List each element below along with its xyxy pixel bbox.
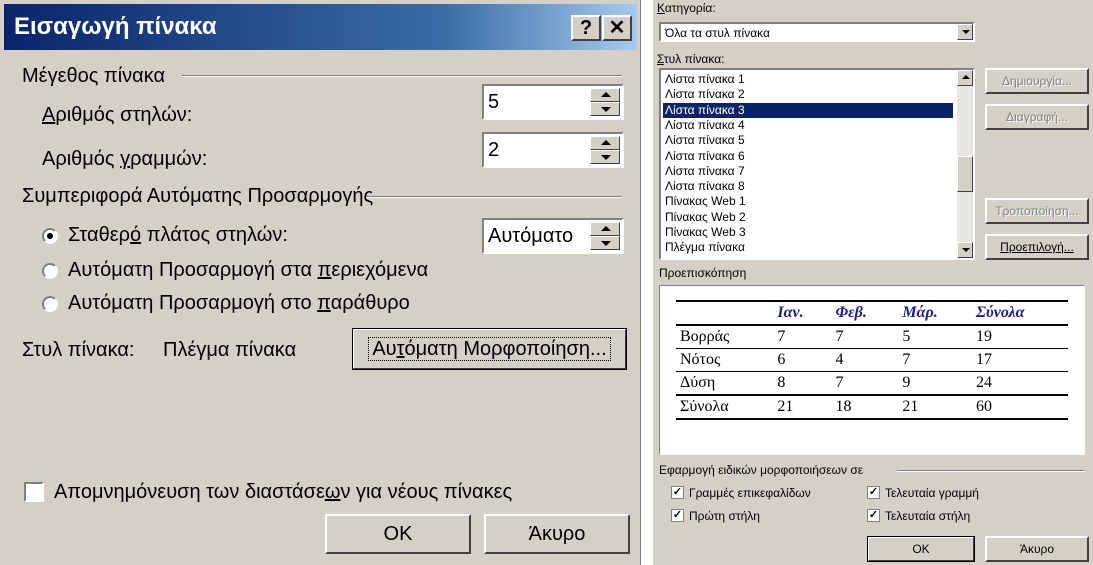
style-list-item[interactable]: Πίνακας Web 3: [663, 225, 953, 240]
modify-style-button[interactable]: Τροποποίηση...: [985, 198, 1089, 224]
table-style-label: Στυλ πίνακα:: [22, 339, 135, 361]
last-row-label[interactable]: Τελευταία γραμμή: [885, 486, 979, 500]
style-list-item[interactable]: Λίστα πίνακα 8: [663, 179, 953, 194]
rows-spinner[interactable]: 2: [482, 132, 624, 168]
fixed-width-down-button[interactable]: [590, 236, 620, 250]
style-list-item[interactable]: Λίστα πίνακα 6: [663, 149, 953, 164]
style-list-item[interactable]: Λίστα πίνακα 2: [663, 87, 953, 102]
header-rows-label[interactable]: Γραμμές επικεφαλίδων: [689, 486, 811, 500]
style-list-item[interactable]: Λίστα πίνακα 1: [663, 72, 953, 87]
autofit-contents-label[interactable]: Αυτόματη Προσαρμογή στα περιεχόμενα: [68, 259, 428, 282]
columns-spinner[interactable]: 5: [482, 84, 624, 120]
ok-button[interactable]: ΟΚ: [867, 536, 975, 562]
first-column-checkbox[interactable]: ✓: [671, 509, 684, 522]
columns-down-button[interactable]: [590, 102, 620, 116]
columns-up-button[interactable]: [590, 88, 620, 102]
last-row-checkbox[interactable]: ✓: [867, 486, 880, 499]
rows-down-button[interactable]: [590, 150, 620, 164]
rows-value[interactable]: 2: [488, 139, 499, 162]
remember-dimensions-checkbox[interactable]: [24, 482, 44, 502]
autoformat-button[interactable]: Αυτόματη Μορφοποίηση...: [352, 328, 627, 370]
category-value[interactable]: Όλα τα στυλ πίνακα: [665, 26, 770, 40]
rows-label: Αριθμός γραμμών:: [42, 148, 208, 170]
new-style-button[interactable]: Δημιουργία...: [985, 68, 1089, 94]
fixed-width-label[interactable]: Σταθερό πλάτος στηλών:: [68, 224, 288, 247]
last-column-checkbox[interactable]: ✓: [867, 509, 880, 522]
category-select[interactable]: Όλα τα στυλ πίνακα: [659, 22, 975, 42]
styles-list[interactable]: Λίστα πίνακα 1 Λίστα πίνακα 2 Λίστα πίνακα…: [659, 68, 975, 260]
first-column-label[interactable]: Πρώτη στήλη: [689, 509, 760, 523]
autofit-group-label: Συμπεριφορά Αυτόματης Προσαρμογής: [22, 185, 374, 207]
preview-label: Προεπισκόπηση: [659, 266, 747, 280]
insert-table-dialog: Εισαγωγή πίνακα ? ✕ Μέγεθος πίνακα Αριθμ…: [0, 0, 641, 565]
style-list-item[interactable]: Λίστα πίνακα 3: [663, 102, 953, 118]
style-list-item[interactable]: Πίνακας Web 1: [663, 194, 953, 209]
preview-header-row: Ιαν. Φεβ. Μάρ. Σύνολα: [676, 301, 1068, 325]
styles-scrollbar[interactable]: [957, 70, 973, 258]
preview-pane: Ιαν. Φεβ. Μάρ. Σύνολα Βορράς 7 7 5 19 Νό…: [659, 285, 1085, 455]
fixed-width-spinner[interactable]: Αυτόματο: [482, 218, 624, 254]
preview-row: Νότος 6 4 7 17: [676, 349, 1068, 372]
preview-totals-row: Σύνολα 21 18 21 60: [676, 395, 1068, 419]
style-list-item[interactable]: Λίστα πίνακα 4: [663, 118, 953, 133]
rows-up-button[interactable]: [590, 136, 620, 150]
columns-label: Αριθμός στηλών:: [42, 104, 193, 126]
styles-label: Στυλ πίνακα:: [657, 52, 725, 66]
ok-button[interactable]: ΟΚ: [325, 514, 471, 554]
chevron-down-icon[interactable]: [957, 24, 973, 40]
help-button[interactable]: ?: [571, 15, 601, 41]
style-list-item[interactable]: Λίστα πίνακα 5: [663, 133, 953, 148]
style-list-item[interactable]: Πίνακας Web 2: [663, 210, 953, 225]
cancel-button[interactable]: Άκυρο: [985, 536, 1089, 562]
close-icon[interactable]: ✕: [602, 15, 632, 41]
header-rows-checkbox[interactable]: ✓: [671, 486, 684, 499]
group-divider: [366, 196, 622, 198]
style-list-item[interactable]: Πλέγμα πίνακα: [663, 240, 953, 255]
fixed-width-radio[interactable]: [42, 228, 58, 244]
size-group-label: Μέγεθος πίνακα: [22, 65, 166, 87]
table-style-value: Πλέγμα πίνακα: [163, 339, 297, 361]
dialog-title: Εισαγωγή πίνακα: [14, 13, 217, 40]
dialog-titlebar: Εισαγωγή πίνακα ? ✕: [4, 4, 637, 50]
category-label: Κατηγορία:: [657, 1, 716, 15]
group-divider: [897, 470, 1085, 472]
autofit-window-radio[interactable]: [42, 296, 58, 312]
scroll-thumb[interactable]: [957, 156, 973, 192]
apply-group-label: Εφαρμογή ειδικών μορφοποιήσεων σε: [659, 463, 864, 477]
last-column-label[interactable]: Τελευταία στήλη: [885, 509, 970, 523]
default-button[interactable]: Προεπιλογή...: [985, 234, 1089, 260]
preview-row: Δύση 8 7 9 24: [676, 372, 1068, 395]
autofit-window-label[interactable]: Αυτόματη Προσαρμογή στο παράθυρο: [68, 292, 410, 315]
scroll-up-icon[interactable]: [957, 70, 973, 86]
remember-dimensions-label[interactable]: Απομνημόνευση των διαστάσεων για νέους π…: [54, 481, 512, 504]
style-list-item[interactable]: Λίστα πίνακα 7: [663, 164, 953, 179]
fixed-width-value[interactable]: Αυτόματο: [488, 225, 573, 248]
fixed-width-up-button[interactable]: [590, 222, 620, 236]
autofit-contents-radio[interactable]: [42, 263, 58, 279]
cancel-button[interactable]: Άκυρο: [484, 514, 630, 554]
delete-style-button[interactable]: Διαγραφή...: [985, 104, 1089, 130]
group-divider: [182, 75, 622, 77]
columns-value[interactable]: 5: [488, 91, 499, 114]
scroll-down-icon[interactable]: [957, 242, 973, 258]
preview-table: Ιαν. Φεβ. Μάρ. Σύνολα Βορράς 7 7 5 19 Νό…: [676, 300, 1068, 420]
table-autoformat-dialog: Κατηγορία: Όλα τα στυλ πίνακα Στυλ πίνακ…: [653, 0, 1093, 565]
preview-row: Βορράς 7 7 5 19: [676, 325, 1068, 349]
